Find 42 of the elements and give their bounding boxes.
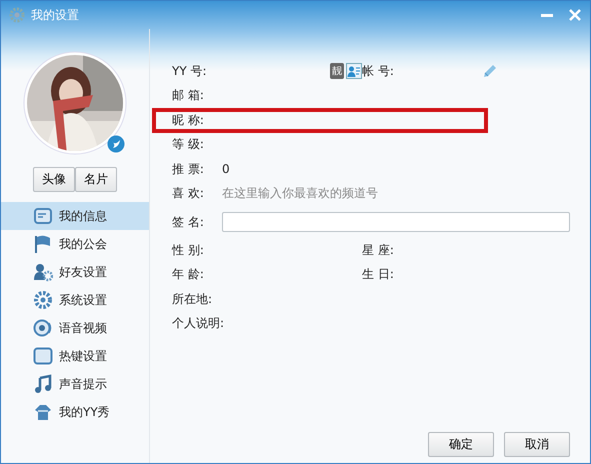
field-label: 推 票: [172, 160, 205, 178]
gear-icon [9, 7, 25, 23]
window-title: 我的设置 [31, 6, 80, 24]
field-label: 所在地: [172, 290, 214, 308]
music-note-icon [33, 374, 53, 394]
avatar-tab-button[interactable]: 名片 [75, 167, 117, 192]
contact-card-icon[interactable] [346, 63, 362, 80]
sidebar-item[interactable]: 声音提示 [1, 370, 149, 398]
field-label: 等 级: [172, 136, 205, 154]
edit-icon[interactable] [482, 63, 498, 80]
field-label: 性 别: [172, 242, 205, 259]
field-label: 生 日: [362, 266, 395, 284]
sidebar-item[interactable]: 语音视频 [1, 314, 149, 342]
vip-badge: 靓 [330, 63, 344, 80]
field-value: 0 [222, 162, 230, 176]
field-label: 年 龄: [172, 266, 205, 284]
shirt-icon [33, 402, 53, 422]
field-label: 邮 箱: [172, 87, 205, 104]
sidebar-item[interactable]: 我的YY秀 [1, 398, 149, 426]
sidebar-item[interactable]: 系统设置 [1, 286, 149, 314]
field-label: 昵 称: [172, 112, 205, 129]
dialog-button[interactable]: 确定 [428, 432, 494, 457]
field-label: 帐 号: [362, 62, 395, 80]
dialog-button[interactable]: 取消 [504, 432, 570, 457]
field-label: 星 座: [362, 242, 395, 259]
sidebar-item[interactable]: 我的公会 [1, 230, 149, 258]
field-label: YY 号: [172, 62, 208, 80]
card-icon [33, 206, 53, 226]
sidebar-item[interactable]: 我的信息 [1, 202, 149, 230]
field-label: 个人说明: [172, 315, 222, 332]
close-icon[interactable] [568, 8, 582, 22]
sidebar-item[interactable]: 好友设置 [1, 258, 149, 286]
gear-icon [33, 290, 53, 310]
sidebar-item[interactable]: 热键设置 [1, 342, 149, 370]
webcam-icon [33, 318, 53, 338]
signature-field[interactable] [222, 212, 570, 232]
flag-icon [33, 234, 53, 254]
avatar-tab-button[interactable]: 头像 [33, 167, 75, 192]
field-label: 签 名: [172, 214, 205, 230]
hint-text: 在这里输入你最喜欢的频道号 [222, 185, 378, 202]
field-label: 喜 欢: [172, 185, 205, 202]
person-gear-icon [33, 262, 53, 282]
